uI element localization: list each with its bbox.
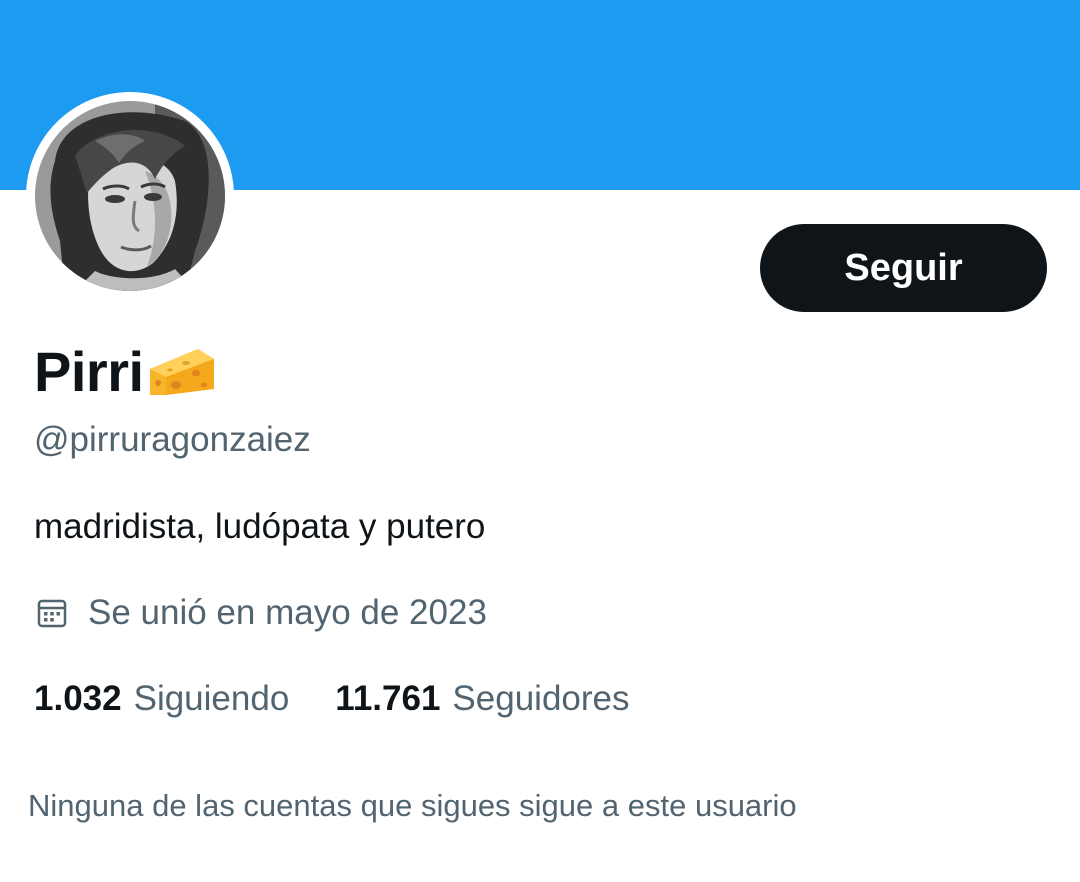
followers-count: 11.761 [335,679,441,718]
following-link[interactable]: 1.032 Siguiendo [34,679,289,719]
follow-button[interactable]: Seguir [760,224,1047,312]
following-count: 1.032 [34,679,122,718]
profile-handle: @pirruragonzaiez [34,420,311,459]
avatar-photo [35,101,225,291]
following-label: Siguiendo [133,679,290,718]
mutual-followers-note: Ninguna de las cuentas que sigues sigue … [28,788,797,823]
profile-bio: madridista, ludópata y putero [34,507,486,546]
display-name-text: Pirri [34,339,144,403]
cheese-icon [149,349,214,395]
joined-text: Se unió en mayo de 2023 [88,593,487,632]
joined-date: Se unió en mayo de 2023 [36,593,487,633]
followers-link[interactable]: 11.761 Seguidores [335,679,629,719]
followers-label: Seguidores [452,679,630,718]
profile-display-name: Pirri [34,336,218,406]
calendar-icon [37,599,67,628]
profile-stats: 1.032 Siguiendo 11.761 Seguidores [34,679,630,719]
profile-avatar[interactable] [26,92,234,300]
